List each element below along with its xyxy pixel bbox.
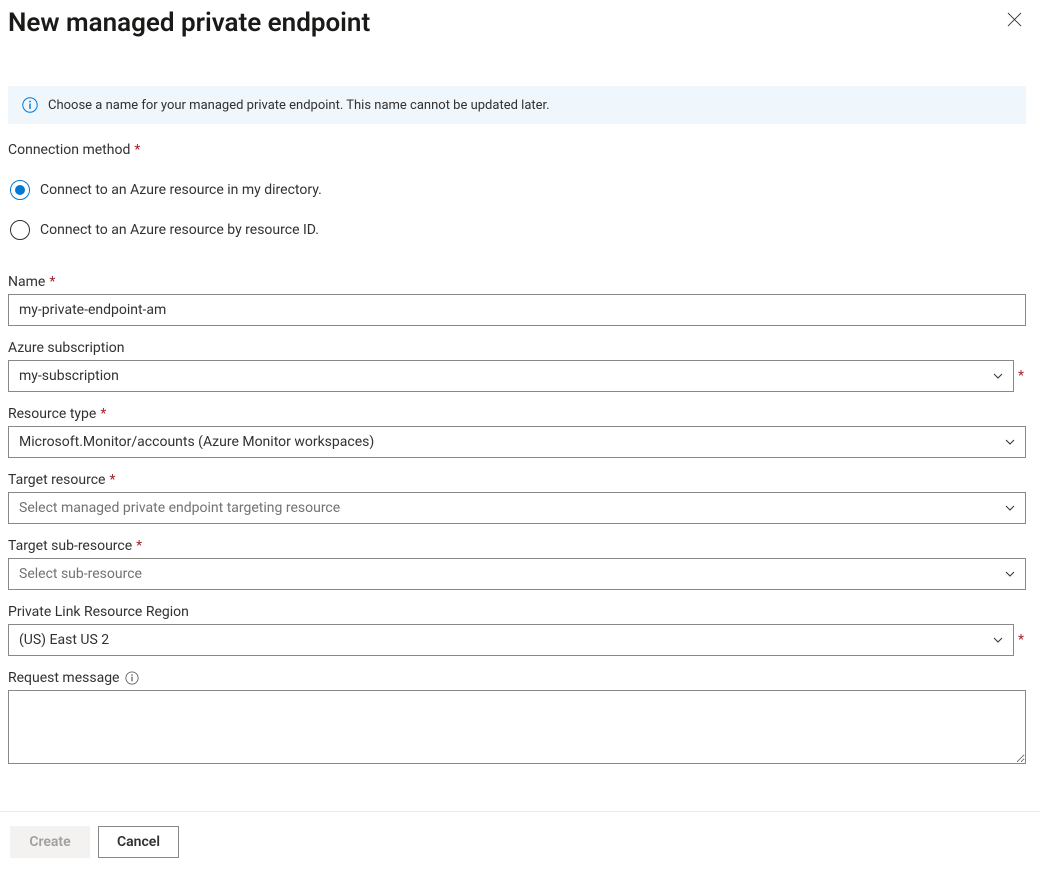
info-icon: [22, 97, 38, 113]
required-indicator: *: [100, 406, 106, 422]
required-indicator: *: [136, 538, 142, 554]
info-banner: Choose a name for your managed private e…: [8, 86, 1026, 124]
subscription-label: Azure subscription: [8, 340, 1026, 356]
region-label: Private Link Resource Region: [8, 604, 1026, 620]
form-group-name: Name *: [8, 274, 1026, 326]
request-message-textarea[interactable]: [8, 690, 1026, 764]
form-group-request-message: Request message: [8, 670, 1026, 768]
form-group-region: Private Link Resource Region (US) East U…: [8, 604, 1026, 656]
required-indicator: *: [49, 274, 55, 290]
radio-icon: [10, 220, 30, 240]
name-input[interactable]: [8, 294, 1026, 326]
form-group-target-sub-resource: Target sub-resource * Select sub-resourc…: [8, 538, 1026, 590]
close-icon: [1007, 12, 1022, 27]
radio-label: Connect to an Azure resource in my direc…: [40, 182, 322, 198]
target-resource-label: Target resource *: [8, 472, 1026, 488]
form-group-target-resource: Target resource * Select managed private…: [8, 472, 1026, 524]
target-sub-resource-select[interactable]: Select sub-resource: [8, 558, 1026, 590]
subscription-select[interactable]: my-subscription: [8, 360, 1014, 392]
target-sub-resource-label: Target sub-resource *: [8, 538, 1026, 554]
resource-type-select[interactable]: Microsoft.Monitor/accounts (Azure Monito…: [8, 426, 1026, 458]
resource-type-label: Resource type *: [8, 406, 1026, 422]
radio-option-resource-id[interactable]: Connect to an Azure resource by resource…: [8, 210, 1026, 250]
required-indicator: *: [134, 142, 140, 158]
page-title: New managed private endpoint: [8, 8, 370, 38]
cancel-button[interactable]: Cancel: [98, 826, 179, 858]
target-resource-select[interactable]: Select managed private endpoint targetin…: [8, 492, 1026, 524]
required-indicator-outer: *: [1018, 632, 1026, 648]
panel-footer: Create Cancel: [0, 811, 1040, 872]
required-indicator-outer: *: [1018, 368, 1026, 384]
radio-icon: [10, 180, 30, 200]
close-button[interactable]: [1003, 8, 1026, 35]
connection-method-radio-group: Connect to an Azure resource in my direc…: [8, 170, 1026, 250]
radio-label: Connect to an Azure resource by resource…: [40, 222, 319, 238]
required-indicator: *: [109, 472, 115, 488]
panel-header: New managed private endpoint: [0, 0, 1040, 38]
radio-option-directory[interactable]: Connect to an Azure resource in my direc…: [8, 170, 1026, 210]
connection-method-label: Connection method *: [8, 142, 1026, 158]
info-text: Choose a name for your managed private e…: [48, 98, 550, 113]
form-section: Name * Azure subscription my-subscriptio…: [8, 274, 1026, 768]
region-select[interactable]: (US) East US 2: [8, 624, 1014, 656]
name-label: Name *: [8, 274, 1026, 290]
form-group-resource-type: Resource type * Microsoft.Monitor/accoun…: [8, 406, 1026, 458]
request-message-label: Request message: [8, 670, 1026, 686]
form-group-subscription: Azure subscription my-subscription *: [8, 340, 1026, 392]
panel-content: Choose a name for your managed private e…: [0, 38, 1040, 768]
help-icon[interactable]: [125, 671, 139, 685]
create-button[interactable]: Create: [10, 826, 90, 858]
